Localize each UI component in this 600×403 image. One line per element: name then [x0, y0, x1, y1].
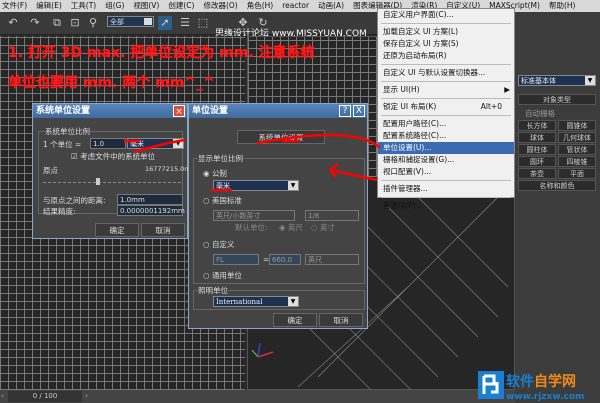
rjzxw-logo: 软件自学网 www.rjzxw.com — [478, 371, 584, 402]
svg-text:www.rjzxw.com: www.rjzxw.com — [506, 392, 584, 402]
svg-text:软件自学网: 软件自学网 — [506, 373, 576, 390]
red-annotation-arrows — [124, 133, 381, 192]
